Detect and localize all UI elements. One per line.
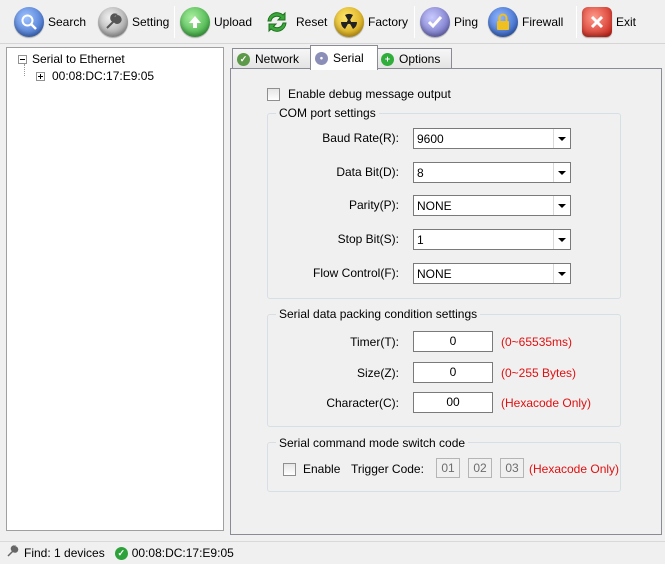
tab-options[interactable]: + Options xyxy=(376,48,452,69)
toolbar-divider xyxy=(174,6,175,38)
factory-label: Factory xyxy=(368,15,409,29)
data-bit-label: Data Bit(D): xyxy=(336,165,399,179)
trigger-code-hint: (Hexacode Only) xyxy=(529,462,620,476)
plus-icon: + xyxy=(381,52,394,66)
tree-device-label: 00:08:DC:17:E9:05 xyxy=(52,69,155,83)
debug-output-checkbox[interactable] xyxy=(267,87,280,101)
packing-title: Serial data packing condition settings xyxy=(276,307,481,321)
debug-output-option[interactable]: Enable debug message output xyxy=(267,87,451,101)
toolbar-divider xyxy=(576,6,577,38)
tree-item-device[interactable]: 00:08:DC:17:E9:05 xyxy=(36,68,156,84)
exit-button[interactable]: Exit xyxy=(582,5,636,39)
firewall-label: Firewall xyxy=(522,15,564,29)
firewall-button[interactable]: Firewall xyxy=(488,5,563,39)
character-label: Character(C): xyxy=(326,396,399,410)
exit-label: Exit xyxy=(616,15,637,29)
parity-label: Parity(P): xyxy=(348,198,399,212)
check-icon: ✓ xyxy=(114,546,128,560)
reset-button[interactable]: Reset xyxy=(262,5,327,39)
trigger-code-label: Trigger Code: xyxy=(351,462,424,476)
lock-icon xyxy=(488,7,518,37)
search-button[interactable]: Search xyxy=(14,5,86,39)
upload-label: Upload xyxy=(214,15,253,29)
ping-label: Ping xyxy=(454,15,479,29)
setting-label: Setting xyxy=(132,15,170,29)
reset-icon xyxy=(262,7,292,37)
parity-select[interactable]: NONE xyxy=(413,195,571,216)
timer-hint: (0~65535ms) xyxy=(501,335,573,349)
tab-options-label: Options xyxy=(399,52,441,66)
toolbar-divider xyxy=(414,6,415,38)
close-icon xyxy=(582,7,612,37)
trigger-code-1-input[interactable]: 01 xyxy=(436,458,460,478)
tab-serial-label: Serial xyxy=(333,51,364,65)
parity-value: NONE xyxy=(417,198,452,213)
wrench-icon xyxy=(98,7,128,37)
data-bit-select[interactable]: 8 xyxy=(413,162,571,183)
tree-item-root[interactable]: Serial to Ethernet xyxy=(18,51,125,67)
factory-button[interactable]: Factory xyxy=(334,5,408,39)
trigger-code-2-input[interactable]: 02 xyxy=(468,458,492,478)
flow-control-label: Flow Control(F): xyxy=(312,266,399,280)
find-status: Find: 1 devices xyxy=(6,545,105,561)
trigger-code-3-input[interactable]: 03 xyxy=(500,458,524,478)
tab-network-label: Network xyxy=(255,52,300,66)
size-input[interactable]: 0 xyxy=(413,362,493,383)
flow-control-select[interactable]: NONE xyxy=(413,263,571,284)
device-status: ✓ 00:08:DC:17:E9:05 xyxy=(114,546,234,560)
tab-network[interactable]: ✓ Network xyxy=(232,48,312,69)
chevron-down-icon xyxy=(553,129,570,148)
timer-input[interactable]: 0 xyxy=(413,331,493,352)
check-icon xyxy=(420,7,450,37)
character-input[interactable]: 00 xyxy=(413,392,493,413)
flow-control-value: NONE xyxy=(417,266,452,281)
tree-root-label: Serial to Ethernet xyxy=(32,52,125,66)
device-status-text: 00:08:DC:17:E9:05 xyxy=(131,546,234,560)
status-bar: Find: 1 devices ✓ 00:08:DC:17:E9:05 xyxy=(0,541,665,564)
chevron-down-icon xyxy=(553,196,570,215)
stop-bit-value: 1 xyxy=(417,232,424,247)
baud-rate-select[interactable]: 9600 xyxy=(413,128,571,149)
chevron-down-icon xyxy=(553,163,570,182)
command-mode-title: Serial command mode switch code xyxy=(276,436,469,450)
chevron-down-icon xyxy=(553,230,570,249)
command-mode-enable-label: Enable xyxy=(303,462,341,476)
size-hint: (0~255 Bytes) xyxy=(501,366,577,380)
baud-rate-label: Baud Rate(R): xyxy=(322,131,399,145)
stop-bit-select[interactable]: 1 xyxy=(413,229,571,250)
command-mode-enable-option[interactable]: Enable xyxy=(283,462,340,476)
size-label: Size(Z): xyxy=(357,366,399,380)
radiation-icon xyxy=(334,7,364,37)
toolbar: Search Setting Upload Reset Factory Ping xyxy=(0,0,665,44)
debug-output-label: Enable debug message output xyxy=(288,87,451,101)
disc-icon: • xyxy=(315,51,328,65)
com-port-title: COM port settings xyxy=(276,106,379,120)
data-bit-value: 8 xyxy=(417,165,424,180)
check-icon: ✓ xyxy=(237,52,250,66)
timer-label: Timer(T): xyxy=(350,335,399,349)
search-icon xyxy=(14,7,44,37)
chevron-down-icon xyxy=(553,264,570,283)
ping-button[interactable]: Ping xyxy=(420,5,478,39)
serial-panel: Enable debug message output COM port set… xyxy=(230,68,662,535)
command-mode-checkbox[interactable] xyxy=(283,462,296,476)
find-status-text: Find: 1 devices xyxy=(24,546,105,560)
reset-label: Reset xyxy=(296,15,328,29)
baud-rate-value: 9600 xyxy=(417,131,444,146)
upload-button[interactable]: Upload xyxy=(180,5,252,39)
collapse-icon[interactable] xyxy=(18,54,27,64)
character-hint: (Hexacode Only) xyxy=(501,396,592,410)
wrench-icon xyxy=(6,545,19,561)
expand-icon[interactable] xyxy=(36,71,45,81)
setting-button[interactable]: Setting xyxy=(98,5,169,39)
device-tree[interactable]: Serial to Ethernet 00:08:DC:17:E9:05 xyxy=(6,47,224,531)
upload-icon xyxy=(180,7,210,37)
tab-serial[interactable]: • Serial xyxy=(310,45,378,70)
search-label: Search xyxy=(48,15,87,29)
stop-bit-label: Stop Bit(S): xyxy=(337,232,399,246)
